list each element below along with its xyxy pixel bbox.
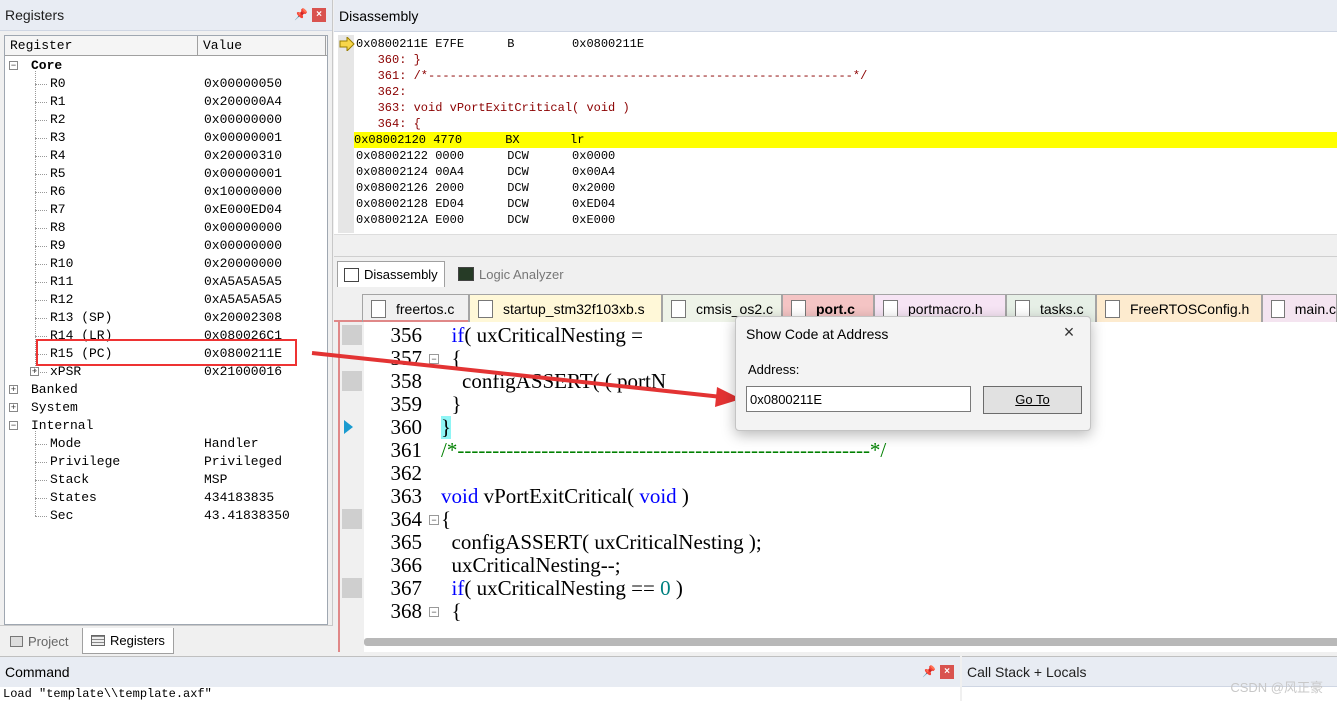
address-input[interactable] [746, 386, 971, 412]
goto-button-label: Go To [1015, 392, 1050, 407]
show-code-dialog: Show Code at Address × Address: Go To [735, 316, 1091, 431]
dialog-close-icon[interactable]: × [1060, 322, 1078, 342]
annotation-arrow [311, 351, 741, 407]
address-label: Address: [748, 362, 800, 377]
dialog-title: Show Code at Address [746, 326, 889, 342]
watermark: CSDN @风正豪 [1230, 680, 1323, 695]
goto-button[interactable]: Go To [983, 386, 1082, 414]
